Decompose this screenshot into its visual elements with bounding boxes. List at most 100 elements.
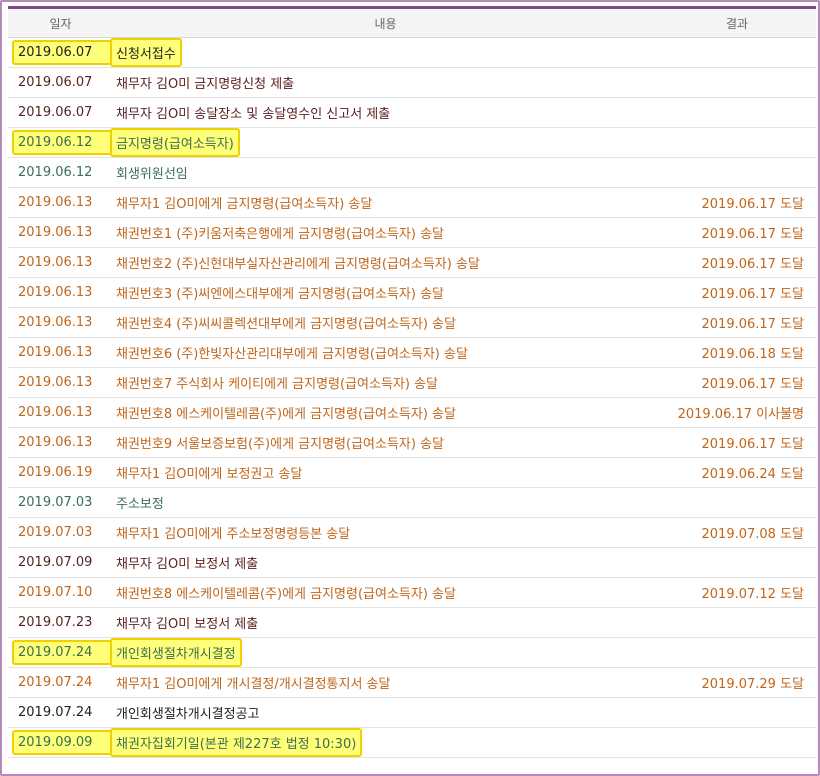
table-row: 2019.07.24 개인회생절차개시결정 (8, 637, 816, 668)
table-row: 2019.06.13 채권번호9 서울보증보험(주)에게 금지명령(급여소득자) … (8, 427, 816, 458)
table-row: 2019.07.03 주소보정 (8, 487, 816, 518)
table-row: 2019.07.03 채무자1 김O미에게 주소보정명령등본 송달 2019.07.… (8, 517, 816, 548)
row-content: 채권번호7 주식회사 케이티에게 금지명령(급여소득자) 송달 (113, 367, 658, 398)
row-content: 채무자 김O미 보정서 제출 (113, 547, 658, 578)
row-date: 2019.06.13 (8, 277, 113, 308)
row-date: 2019.06.13 (8, 307, 113, 338)
row-result: 2019.06.17 도달 (658, 217, 816, 248)
row-date: 2019.06.07 (8, 37, 135, 68)
table-row: 2019.06.19 채무자1 김O미에게 보정권고 송달 2019.06.24 도… (8, 457, 816, 488)
row-date: 2019.07.03 (8, 517, 113, 548)
case-history-table: 일자 내용 결과 2019.06.07 신청서접수 2019.06.07 채무자 김O… (8, 9, 816, 758)
header-result: 결과 (658, 9, 816, 38)
table-row: 2019.06.07 채무자 김O미 금지명령신청 제출 (8, 67, 816, 98)
row-result: 2019.07.12 도달 (658, 577, 816, 608)
table-row: 2019.06.07 신청서접수 (8, 37, 816, 68)
header-date: 일자 (8, 9, 113, 38)
table-row: 2019.07.09 채무자 김O미 보정서 제출 (8, 547, 816, 578)
row-content: 채권번호1 (주)키움저축은행에게 금지명령(급여소득자) 송달 (113, 217, 658, 248)
row-result (658, 127, 816, 158)
row-result (658, 607, 816, 638)
row-result: 2019.06.17 도달 (658, 247, 816, 278)
row-date: 2019.06.13 (8, 397, 113, 428)
row-content: 채권번호9 서울보증보험(주)에게 금지명령(급여소득자) 송달 (113, 427, 658, 458)
row-date: 2019.07.24 (8, 697, 113, 728)
table-row: 2019.06.13 채권번호1 (주)키움저축은행에게 금지명령(급여소득자) … (8, 217, 816, 248)
row-result (658, 37, 816, 68)
row-content: 채권번호3 (주)씨엔에스대부에게 금지명령(급여소득자) 송달 (113, 277, 658, 308)
table-row: 2019.06.12 회생위원선임 (8, 157, 816, 188)
table-row: 2019.07.23 채무자 김O미 보정서 제출 (8, 607, 816, 638)
table-row: 2019.06.13 채무자1 김O미에게 금지명령(급여소득자) 송달 2019.… (8, 187, 816, 218)
row-result: 2019.06.17 도달 (658, 427, 816, 458)
row-result (658, 727, 816, 758)
row-result (658, 487, 816, 518)
table-row: 2019.07.10 채권번호8 에스케이텔레콤(주)에게 금지명령(급여소득자)… (8, 577, 816, 608)
row-result: 2019.06.17 도달 (658, 367, 816, 398)
row-date: 2019.06.13 (8, 367, 113, 398)
table-row: 2019.06.12 금지명령(급여소득자) (8, 127, 816, 158)
row-content: 채무자1 김O미에게 주소보정명령등본 송달 (113, 517, 658, 548)
row-date: 2019.06.13 (8, 337, 113, 368)
table-row: 2019.06.13 채권번호8 에스케이텔레콤(주)에게 금지명령(급여소득자)… (8, 397, 816, 428)
row-date: 2019.06.13 (8, 427, 113, 458)
table-row: 2019.06.13 채권번호7 주식회사 케이티에게 금지명령(급여소득자) 송… (8, 367, 816, 398)
frame: 일자 내용 결과 2019.06.07 신청서접수 2019.06.07 채무자 김O… (0, 0, 820, 776)
row-result (658, 697, 816, 728)
header-content: 내용 (113, 9, 658, 38)
row-date: 2019.07.09 (8, 547, 113, 578)
row-content: 채권번호8 에스케이텔레콤(주)에게 금지명령(급여소득자) 송달 (113, 577, 658, 608)
row-content: 주소보정 (113, 487, 658, 518)
row-content: 채무자 김O미 금지명령신청 제출 (113, 67, 658, 98)
row-content: 채권번호2 (주)신현대부실자산관리에게 금지명령(급여소득자) 송달 (113, 247, 658, 278)
row-content-highlight: 개인회생절차개시결정 (110, 638, 242, 667)
row-content: 금지명령(급여소득자) (110, 127, 658, 158)
row-result: 2019.06.18 도달 (658, 337, 816, 368)
table-row: 2019.07.24 채무자1 김O미에게 개시결정/개시결정통지서 송달 2019… (8, 667, 816, 698)
row-result: 2019.06.17 도달 (658, 307, 816, 338)
row-content: 개인회생절차개시결정 (110, 637, 658, 668)
row-date: 2019.06.12 (8, 157, 113, 188)
row-content: 채무자 김O미 보정서 제출 (113, 607, 658, 638)
row-result: 2019.06.17 이사불명 (658, 397, 816, 428)
row-date: 2019.06.12 (8, 127, 135, 158)
table-header-row: 일자 내용 결과 (8, 9, 816, 38)
table-row: 2019.06.13 채권번호3 (주)씨엔에스대부에게 금지명령(급여소득자) … (8, 277, 816, 308)
row-date: 2019.07.03 (8, 487, 113, 518)
row-date: 2019.07.24 (8, 667, 113, 698)
table-row: 2019.09.09 채권자집회기일(본관 제227호 법정 10:30) (8, 727, 816, 758)
history-table-wrap: 일자 내용 결과 2019.06.07 신청서접수 2019.06.07 채무자 김O… (8, 6, 816, 758)
row-date: 2019.06.13 (8, 187, 113, 218)
row-result (658, 67, 816, 98)
row-content-highlight: 금지명령(급여소득자) (110, 128, 240, 157)
row-content-highlight: 신청서접수 (110, 38, 182, 67)
table-row: 2019.06.13 채권번호6 (주)한빛자산관리대부에게 금지명령(급여소득자… (8, 337, 816, 368)
row-content: 회생위원선임 (113, 157, 658, 188)
row-content: 채권번호6 (주)한빛자산관리대부에게 금지명령(급여소득자) 송달 (113, 337, 658, 368)
table-row: 2019.06.13 채권번호4 (주)씨씨콜렉션대부에게 금지명령(급여소득자)… (8, 307, 816, 338)
row-date: 2019.09.09 (8, 727, 135, 758)
row-content: 개인회생절차개시결정공고 (113, 697, 658, 728)
row-result (658, 157, 816, 188)
row-date: 2019.07.23 (8, 607, 113, 638)
table-row: 2019.06.13 채권번호2 (주)신현대부실자산관리에게 금지명령(급여소득… (8, 247, 816, 278)
row-content: 채무자1 김O미에게 보정권고 송달 (113, 457, 658, 488)
row-date: 2019.06.07 (8, 97, 113, 128)
row-result: 2019.06.17 도달 (658, 277, 816, 308)
row-result: 2019.06.24 도달 (658, 457, 816, 488)
row-result (658, 97, 816, 128)
row-date: 2019.07.10 (8, 577, 113, 608)
row-result (658, 547, 816, 578)
row-content: 채권자집회기일(본관 제227호 법정 10:30) (110, 727, 658, 758)
row-content: 채무자1 김O미에게 금지명령(급여소득자) 송달 (113, 187, 658, 218)
row-result: 2019.06.17 도달 (658, 187, 816, 218)
row-date: 2019.06.13 (8, 217, 113, 248)
row-date: 2019.06.19 (8, 457, 113, 488)
row-content: 채무자 김O미 송달장소 및 송달영수인 신고서 제출 (113, 97, 658, 128)
row-result: 2019.07.29 도달 (658, 667, 816, 698)
row-date: 2019.06.07 (8, 67, 113, 98)
row-content: 채무자1 김O미에게 개시결정/개시결정통지서 송달 (113, 667, 658, 698)
table-row: 2019.07.24 개인회생절차개시결정공고 (8, 697, 816, 728)
row-content-highlight: 채권자집회기일(본관 제227호 법정 10:30) (110, 728, 363, 757)
row-result: 2019.07.08 도달 (658, 517, 816, 548)
